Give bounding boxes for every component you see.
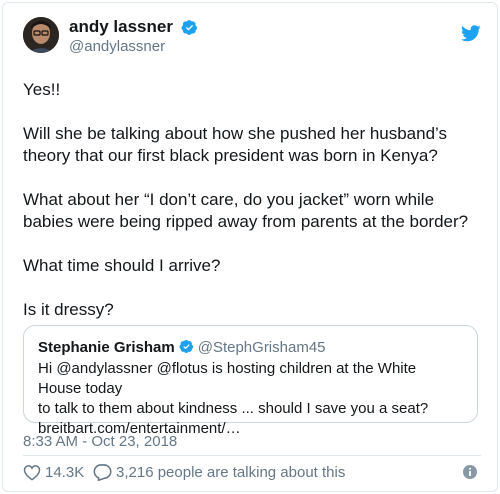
info-icon[interactable] [463, 465, 477, 479]
avatar[interactable] [23, 17, 59, 53]
tweet-paragraph: What time should I arrive? [23, 256, 221, 275]
author-block[interactable]: andy lassner @andylassner [69, 17, 198, 57]
tweet-timestamp[interactable]: 8:33 AM - Oct 23, 2018 [23, 433, 177, 451]
quoted-tweet-header: Stephanie Grisham @StephGrisham45 [38, 338, 463, 357]
verified-badge-icon [179, 339, 193, 354]
quoted-text-line: Hi @andylassner @flotus is hosting child… [38, 360, 417, 397]
quoted-author-name[interactable]: Stephanie Grisham [38, 339, 175, 356]
tweet-paragraph: What about her “I don’t care, do you jac… [23, 190, 469, 231]
tweet-body: Yes!! Will she be talking about how she … [23, 79, 483, 343]
tweet-card: andy lassner @andylassner Yes!! Will she… [2, 2, 498, 492]
quoted-text-line: to talk to them about kindness ... shoul… [38, 400, 429, 417]
verified-badge-icon [181, 19, 198, 35]
quoted-tweet[interactable]: Stephanie Grisham @StephGrisham45 Hi @an… [23, 325, 478, 437]
quoted-tweet-text: Hi @andylassner @flotus is hosting child… [38, 359, 463, 439]
author-display-name[interactable]: andy lassner [69, 17, 173, 37]
tweet-actions: 14.3K 3,216 people are talking about thi… [23, 461, 483, 485]
reply-bubble-icon[interactable] [93, 463, 112, 481]
divider [23, 455, 481, 456]
tweet-header: andy lassner @andylassner [23, 17, 483, 67]
tweet-paragraph: Yes!! [23, 80, 61, 99]
conversation-count[interactable]: 3,216 people are talking about this [116, 464, 345, 482]
tweet-paragraph: Is it dressy? [23, 300, 114, 319]
quoted-author-handle[interactable]: @StephGrisham45 [198, 339, 326, 356]
heart-icon[interactable] [23, 464, 41, 481]
author-handle[interactable]: @andylassner [69, 37, 198, 57]
twitter-bird-icon[interactable] [461, 25, 481, 42]
like-count[interactable]: 14.3K [45, 464, 84, 482]
tweet-paragraph: Will she be talking about how she pushed… [23, 124, 448, 165]
